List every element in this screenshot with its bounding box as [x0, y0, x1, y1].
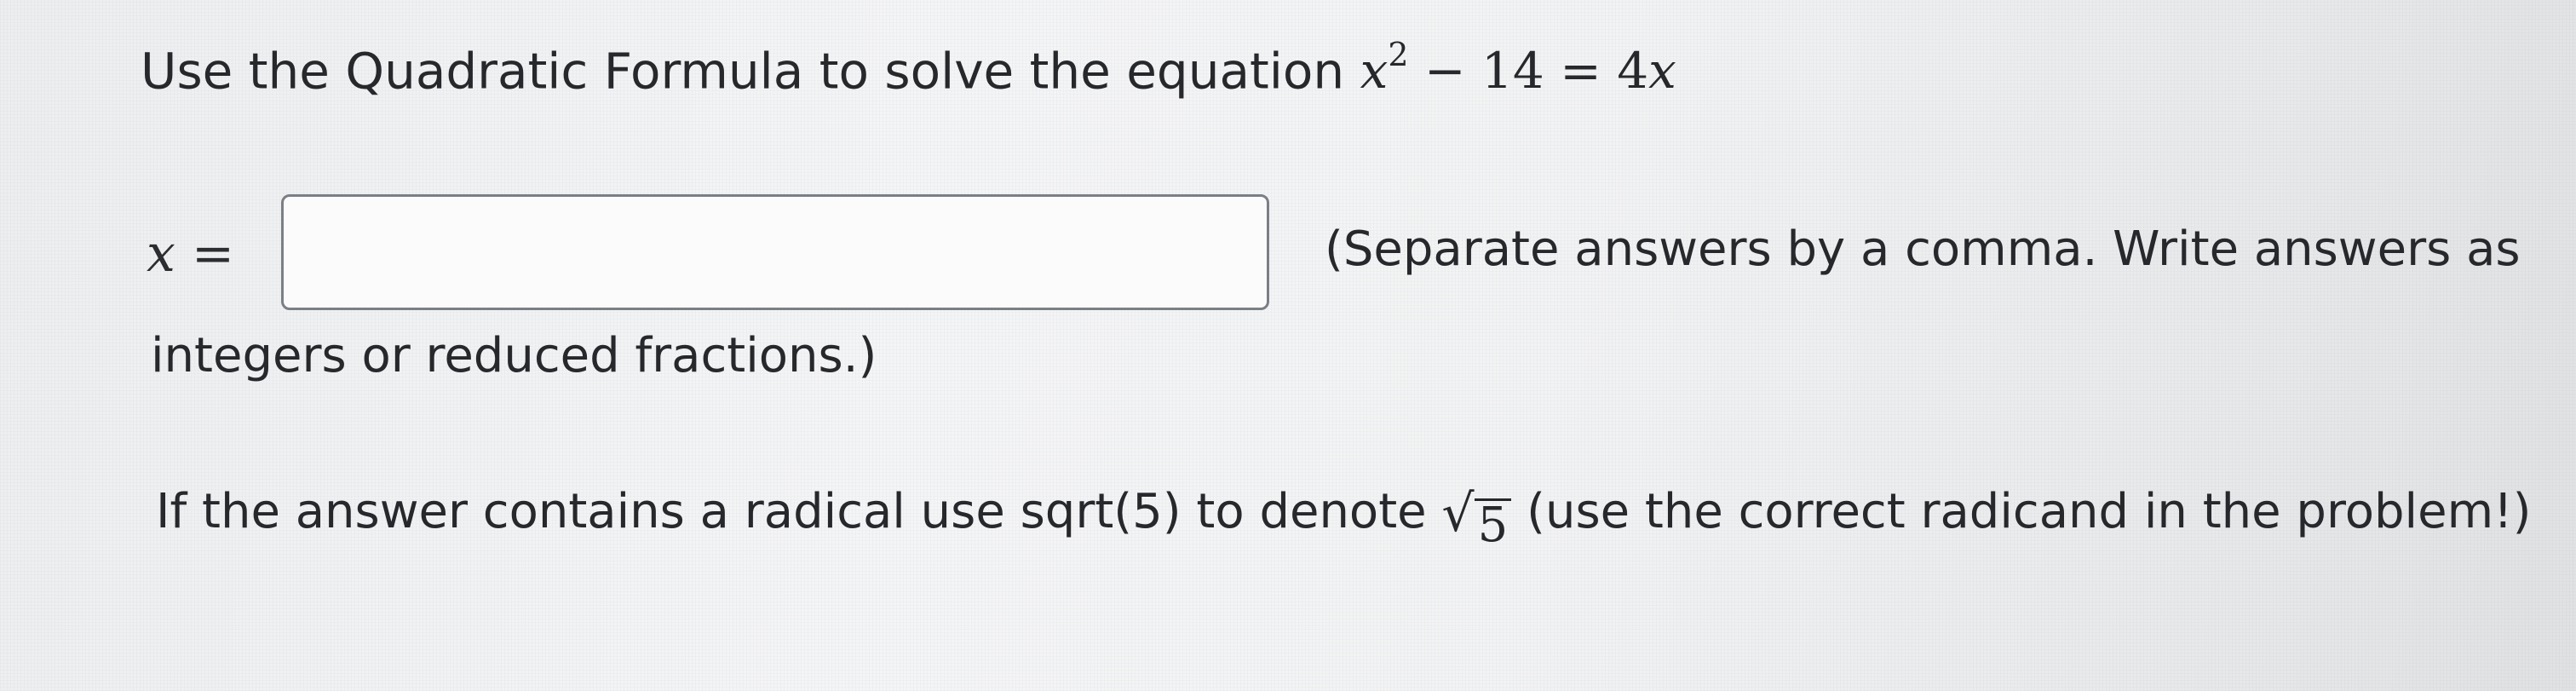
answer-label: x = [147, 194, 283, 314]
equation-rest: − 14 = 4 [1423, 42, 1649, 101]
radicand: 5 [1474, 498, 1512, 551]
equation-exponent: 2 [1388, 36, 1409, 73]
radical-instructions: If the answer contains a radical use sqr… [156, 477, 2541, 551]
hint-line-1: (Separate answers by a comma. Write answ… [1325, 222, 2521, 277]
radical-sign-icon: √ [1441, 484, 1475, 544]
answer-var: x [147, 224, 175, 284]
sqrt-symbol: √ 5 [1441, 477, 1512, 551]
equation: x2 − 14 = 4x [1360, 36, 1676, 101]
equation-var: x [1360, 42, 1389, 101]
question-prefix: Use the Quadratic Formula to solve the e… [141, 42, 1345, 101]
answer-equals: = [191, 224, 235, 284]
radical-text-before: If the answer contains a radical use sqr… [156, 484, 1427, 539]
answer-input[interactable] [281, 194, 1269, 310]
equation-var2: x [1648, 42, 1676, 101]
hint-line-2: integers or reduced fractions.) [151, 328, 877, 383]
radical-text-after: (use the correct radicand in the problem… [1527, 484, 2532, 539]
question-text: Use the Quadratic Formula to solve the e… [141, 36, 1676, 101]
answer-variable-label: x = [147, 224, 283, 284]
